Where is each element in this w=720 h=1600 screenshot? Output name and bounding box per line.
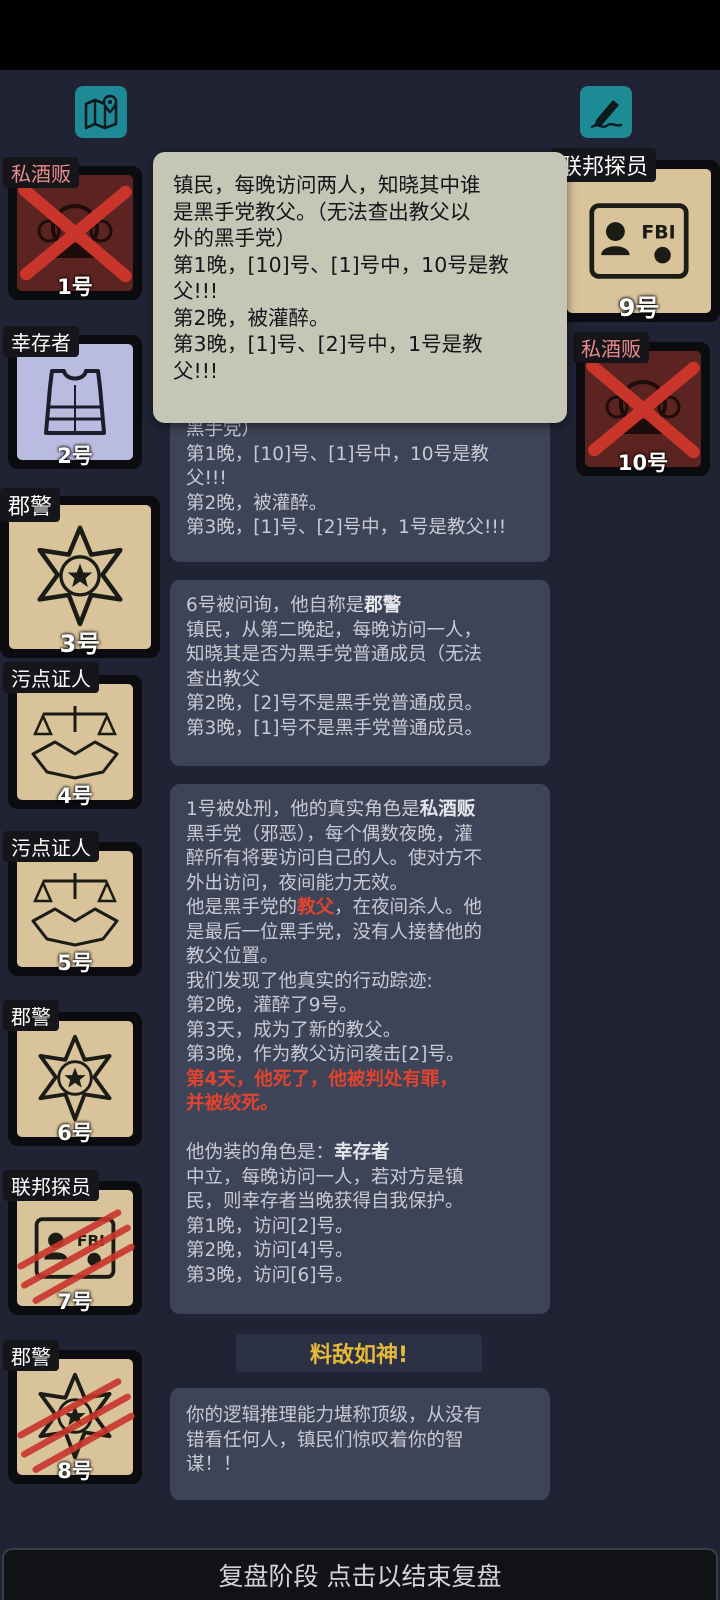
log-line: 民，则幸存者当晚获得自我保护。 [186,1191,464,1212]
fbi-badge-icon: FBI [589,203,689,279]
log-line: 第3晚，作为教父访问袭击[2]号。 [186,1044,465,1065]
log-line: 他是黑手党的教父，在夜间杀人。他 [186,897,483,918]
log-line: 知晓其是否为黑手党普通成员（无法 [186,644,483,665]
log-line: 是最后一位黑手党，没有人接替他的 [186,921,483,943]
log-line: 第3晚，访问[6]号。 [186,1264,354,1286]
player-number: 6号 [57,1121,93,1145]
sheriff-badge-icon [37,525,123,627]
log-line: 谋！！ [186,1454,242,1475]
log-line: 第2晚，[2]号不是黑手党普通成员。 [186,693,483,714]
role-tag-10: 私酒贩 [573,332,649,363]
player-number: 2号 [57,444,93,468]
player-number: 9号 [618,294,660,322]
status-bar [0,0,720,70]
map-pin-icon [84,94,118,130]
log-line: 第2晚，灌醉了9号。 [186,995,358,1016]
log-line: 第3晚，[1]号、[2]号中，1号是教父!!! [186,517,507,538]
log-line: 黑手党（邪恶），每个偶数夜晚，灌 [186,823,473,845]
witness-scales-icon [31,706,119,780]
log-line: 错看任何人，镇民们惊叹着你的智 [186,1429,464,1451]
log-line: 父!!! [186,468,227,489]
log-line: 醉所有将要访问自己的人。使对方不 [186,848,483,869]
player-number: 7号 [57,1290,93,1314]
vest-icon [44,369,106,435]
log-line: 镇民，从第二晚起，每晚访问一人， [186,619,483,641]
log-panel-verdict: 你的逻辑推理能力堪称顶级，从没有 错看任何人，镇民们惊叹着你的智 谋！！ [170,1388,550,1500]
death-line: 第4天，他死了，他被判处有罪， [186,1068,458,1090]
log-line: 第1晚，访问[2]号。 [186,1215,354,1237]
role-tag-5: 污点证人 [3,831,99,862]
player-number: 3号 [59,630,101,658]
log-line: 中立，每晚访问一人，若对方是镇 [186,1166,464,1188]
death-line: 并被绞死。 [186,1093,279,1114]
role-tag-4: 污点证人 [3,662,99,693]
log-line: 第2晚，访问[4]号。 [186,1240,354,1261]
player-number: 4号 [57,784,93,808]
pen-note-icon [590,100,623,129]
log-heading: 1号被处刑，他的真实角色是私酒贩 [186,799,476,820]
tooltip-line: 是黑手党教父。（无法查出教父以 [173,199,471,224]
log-line: 第2晚，被灌醉。 [186,492,328,514]
role-tag-3: 郡警 [0,488,61,522]
player-card-7[interactable]: FBI 7号 [8,1181,142,1315]
player-card-6[interactable]: 6号 [8,1012,142,1146]
role-tooltip[interactable]: 镇民，每晚访问两人，知晓其中谁 是黑手党教父。（无法查出教父以 外的黑手党） 第… [153,152,567,423]
role-tag-8: 郡警 [3,1340,59,1371]
tooltip-line: 第2晚，被灌醉。 [173,305,330,330]
log-line: 第3晚，[1]号不是黑手党普通成员。 [186,717,483,739]
log-panel-questioning: 6号被问询，他自称是郡警 镇民，从第二晚起，每晚访问一人， 知晓其是否为黑手党普… [170,580,550,766]
role-tag-1: 私酒贩 [3,157,79,188]
log-line: 第3天，成为了新的教父。 [186,1019,402,1041]
player-card-4[interactable]: 4号 [8,675,142,809]
tooltip-line: 第3晚，[1]号、[2]号中，1号是教 [173,332,483,356]
log-heading: 6号被问询，他自称是郡警 [186,595,402,616]
map-button[interactable] [75,86,127,138]
role-tag-9: 联邦探员 [552,148,657,182]
tooltip-line: 父!!! [173,279,219,303]
log-line: 查出教父 [186,668,261,690]
log-line: 你的逻辑推理能力堪称顶级，从没有 [186,1405,483,1426]
sheriff-badge-icon [38,1034,112,1122]
player-number: 8号 [57,1459,93,1483]
witness-scales-icon [31,873,119,947]
player-number: 5号 [57,951,93,975]
tooltip-line: 镇民，每晚访问两人，知晓其中谁 [173,173,481,197]
end-review-label: 复盘阶段 点击以结束复盘 [218,1562,502,1591]
log-line: 他伪装的角色是：幸存者 [186,1142,390,1163]
notes-button[interactable] [580,86,632,138]
svg-text:FBI: FBI [641,222,675,244]
role-tag-6: 郡警 [3,1000,59,1031]
tooltip-line: 父!!! [173,358,219,383]
log-line: 我们发现了他真实的行动踪迹: [186,970,433,992]
role-tag-2: 幸存者 [3,326,79,357]
end-review-button[interactable]: 复盘阶段 点击以结束复盘 [2,1548,718,1600]
player-card-5[interactable]: 5号 [8,842,142,976]
tooltip-line: 外的黑手党） [173,226,296,250]
log-panel-investigation: 黑手党） 第1晚，[10]号、[1]号中，10号是教 父!!! 第2晚，被灌醉。… [170,400,550,562]
player-number: 1号 [57,275,93,299]
tooltip-line: 第1晚，[10]号、[1]号中，10号是教 [173,252,509,277]
log-panel-execution: 1号被处刑，他的真实角色是私酒贩 黑手党（邪恶），每个偶数夜晚，灌 醉所有将要访… [170,784,550,1314]
log-line: 教父位置。 [186,946,279,967]
log-line: 第1晚，[10]号、[1]号中，10号是教 [186,443,489,465]
result-banner: 料敌如神! [236,1334,482,1372]
role-tag-7: 联邦探员 [3,1170,99,1201]
log-line: 外出访问，夜间能力无效。 [186,872,409,894]
player-number: 10号 [617,451,669,475]
player-card-9[interactable]: FBI 9号 [558,160,720,322]
